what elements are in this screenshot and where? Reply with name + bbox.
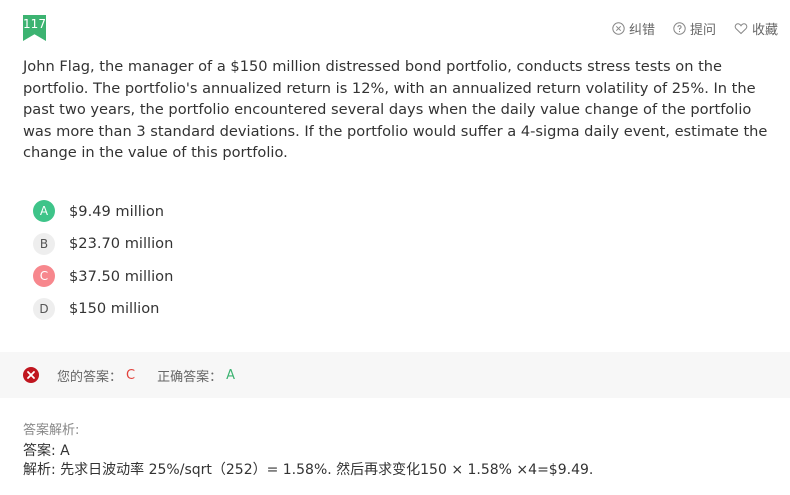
option-b[interactable]: B $23.70 million bbox=[33, 232, 174, 255]
analysis-answer: 答案: A bbox=[23, 443, 70, 459]
option-text: $23.70 million bbox=[69, 235, 174, 252]
ask-question-button[interactable]: 提问 bbox=[673, 19, 716, 38]
option-d[interactable]: D $150 million bbox=[33, 297, 173, 320]
option-text: $9.49 million bbox=[69, 202, 165, 220]
answer-options: A $9.49 million B $23.70 million C $37.5… bbox=[33, 200, 173, 330]
favorite-button[interactable]: 收藏 bbox=[734, 19, 778, 38]
option-text: $37.50 million bbox=[69, 267, 174, 285]
option-a[interactable]: A $9.49 million bbox=[33, 200, 173, 222]
option-c[interactable]: C $37.50 million bbox=[33, 265, 173, 287]
option-text: $150 million bbox=[69, 300, 160, 317]
report-error-label: 纠错 bbox=[628, 23, 655, 38]
question-number: 117 bbox=[23, 17, 46, 31]
question-text: John Flag, the manager of a $150 million… bbox=[23, 58, 768, 161]
correct-answer-label: 正确答案： bbox=[157, 369, 223, 385]
question-circle-icon bbox=[673, 22, 686, 35]
favorite-label: 收藏 bbox=[751, 23, 778, 38]
analysis-explanation: 解析: 先求日波动率 25%/sqrt（252）= 1.58%. 然后再求变化1… bbox=[23, 462, 594, 478]
option-letter: A bbox=[33, 200, 55, 222]
analysis-title: 答案解析: bbox=[23, 423, 80, 438]
question-number-badge: 117 bbox=[23, 15, 46, 41]
report-error-button[interactable]: 纠错 bbox=[612, 19, 655, 38]
wrong-answer-icon bbox=[23, 367, 39, 383]
ask-question-label: 提问 bbox=[689, 23, 716, 38]
heart-icon bbox=[734, 23, 748, 35]
option-letter: C bbox=[33, 265, 55, 287]
correct-answer-value: A bbox=[226, 367, 236, 383]
your-answer-label: 您的答案： bbox=[57, 369, 123, 385]
your-answer-value: C bbox=[126, 367, 136, 383]
close-circle-icon bbox=[612, 22, 625, 35]
question-actions: 纠错 提问 收藏 bbox=[612, 19, 778, 38]
answer-analysis: 答案解析: 答案: A 解析: 先求日波动率 25%/sqrt（252）= 1.… bbox=[23, 422, 783, 480]
option-letter: B bbox=[33, 232, 55, 255]
option-letter: D bbox=[33, 297, 55, 320]
answer-result-bar: 您的答案： C 正确答案： A bbox=[0, 352, 790, 398]
